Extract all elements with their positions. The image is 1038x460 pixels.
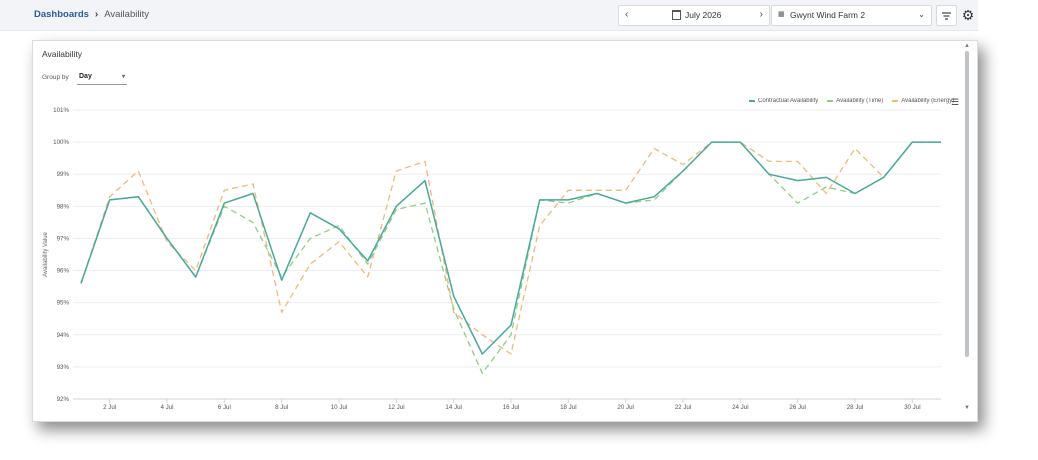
settings-gear-icon[interactable]: ⚙ xyxy=(959,6,977,24)
x-tick-label: 6 Jul xyxy=(218,404,231,411)
availability-panel: Availability Group by Day ▾ Contractual … xyxy=(32,40,978,422)
y-tick-label: 94% xyxy=(57,332,70,339)
panel-scrollbar[interactable]: ▲ ▼ xyxy=(963,41,971,419)
y-tick-label: 93% xyxy=(57,364,70,371)
grid-icon: ▦ xyxy=(778,11,785,18)
y-tick-label: 96% xyxy=(57,268,70,275)
y-tick-label: 95% xyxy=(57,300,70,307)
scroll-up-arrow-icon[interactable]: ▲ xyxy=(964,43,970,49)
y-axis-label: Availability Value xyxy=(43,231,49,276)
x-tick-label: 16 Jul xyxy=(503,404,520,411)
x-tick-label: 12 Jul xyxy=(388,404,405,411)
site-select[interactable]: ▦ Gwynt Wind Farm 2 ⌄ xyxy=(771,5,932,26)
x-tick-label: 14 Jul xyxy=(445,404,462,411)
y-tick-label: 101% xyxy=(53,107,69,114)
calendar-icon xyxy=(672,10,681,20)
x-tick-label: 22 Jul xyxy=(675,404,692,411)
previous-month-button[interactable]: ‹ xyxy=(625,9,628,20)
y-tick-label: 100% xyxy=(53,139,69,146)
x-tick-label: 28 Jul xyxy=(847,404,864,411)
y-tick-label: 98% xyxy=(57,203,70,210)
x-tick-label: 20 Jul xyxy=(617,404,634,411)
breadcrumb-dashboards-link[interactable]: Dashboards xyxy=(34,9,89,20)
x-tick-label: 18 Jul xyxy=(560,404,577,411)
y-tick-label: 97% xyxy=(57,235,70,242)
y-tick-label: 92% xyxy=(57,396,70,403)
scrollbar-thumb[interactable] xyxy=(965,51,969,357)
month-picker-value: July 2026 xyxy=(685,10,722,20)
site-select-value: Gwynt Wind Farm 2 xyxy=(790,10,866,20)
filter-button[interactable] xyxy=(936,5,957,26)
x-tick-label: 4 Jul xyxy=(160,404,173,411)
availability-line-chart: 92% 93% 94% 95% 96% 97% 98% 99% 100% 101% Availabi… xyxy=(43,107,941,411)
filter-icon xyxy=(942,12,951,20)
breadcrumb-separator: › xyxy=(94,9,99,20)
y-tick-label: 99% xyxy=(57,171,70,178)
x-tick-label: 8 Jul xyxy=(275,404,288,411)
x-tick-label: 2 Jul xyxy=(103,404,116,411)
x-tick-label: 30 Jul xyxy=(904,404,921,411)
breadcrumb: Dashboards › Availability xyxy=(34,9,149,20)
top-bar: Dashboards › Availability ‹ July 2026 › … xyxy=(0,0,978,31)
scroll-down-arrow-icon[interactable]: ▼ xyxy=(964,405,970,411)
month-picker[interactable]: ‹ July 2026 › xyxy=(618,5,770,26)
x-tick-label: 10 Jul xyxy=(331,404,348,411)
breadcrumb-current: Availability xyxy=(104,9,149,20)
next-month-button[interactable]: › xyxy=(760,9,763,20)
chevron-down-icon: ⌄ xyxy=(918,10,925,19)
x-tick-label: 26 Jul xyxy=(789,404,806,411)
x-tick-label: 24 Jul xyxy=(732,404,749,411)
